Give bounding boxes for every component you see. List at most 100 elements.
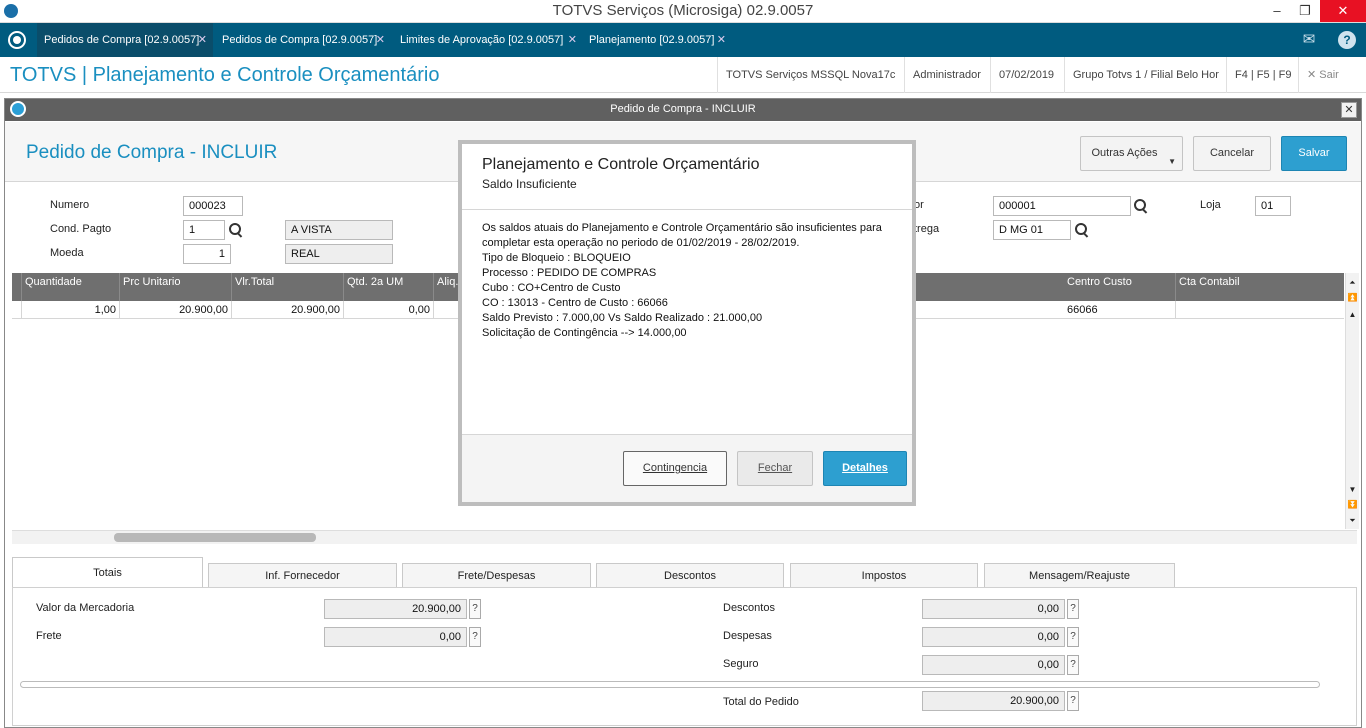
tab-inf-fornecedor[interactable]: Inf. Fornecedor	[208, 563, 397, 587]
minimize-button[interactable]: –	[1262, 0, 1292, 22]
col-header-centro-custo[interactable]: Centro Custo	[1064, 273, 1176, 301]
app-tab-bar: Pedidos de Compra [02.9.0057] ✕ Pedidos …	[0, 23, 1366, 57]
os-title-bar: TOTVS Serviços (Microsiga) 02.9.0057 – ❐…	[0, 0, 1366, 23]
tab-planejamento[interactable]: Planejamento [02.9.0057] ✕	[582, 23, 732, 57]
col-header-vlr-total[interactable]: Vlr.Total	[232, 273, 344, 301]
help-icon[interactable]: ?	[1338, 31, 1356, 49]
tab-label: Planejamento [02.9.0057]	[589, 34, 715, 46]
dialog-divider	[462, 209, 912, 210]
numero-field[interactable]: 000023	[183, 196, 243, 216]
help-button[interactable]: ?	[1067, 655, 1079, 675]
descontos-label: Descontos	[723, 602, 775, 614]
scroll-up-icon[interactable]: ▲	[1347, 309, 1358, 320]
help-button[interactable]: ?	[469, 627, 481, 647]
tab-label: Pedidos de Compra [02.9.0057]	[222, 34, 378, 46]
cell-prc-unitario[interactable]: 20.900,00	[120, 301, 232, 319]
help-button[interactable]: ?	[1067, 599, 1079, 619]
help-button[interactable]: ?	[1067, 627, 1079, 647]
cancel-button[interactable]: Cancelar	[1193, 136, 1271, 171]
tab-close-icon[interactable]: ✕	[198, 23, 207, 57]
shortcuts-label: F4 | F5 | F9	[1226, 57, 1299, 93]
user-label[interactable]: Administrador	[904, 57, 989, 93]
more-actions-button[interactable]: Outras Ações ▼	[1080, 136, 1183, 171]
help-button[interactable]: ?	[469, 599, 481, 619]
total-pedido-label: Total do Pedido	[723, 696, 799, 708]
cond-pagto-field[interactable]: 1	[183, 220, 225, 240]
message-line: completar esta operação no periodo de 01…	[482, 237, 800, 249]
seguro-field: 0,00	[922, 655, 1065, 675]
cell-cta-contabil[interactable]	[1176, 301, 1344, 319]
descontos-field: 0,00	[922, 599, 1065, 619]
cell-qtd-2a-um[interactable]: 0,00	[344, 301, 434, 319]
cell-quantidade[interactable]: 1,00	[22, 301, 120, 319]
save-button[interactable]: Salvar	[1281, 136, 1347, 171]
col-header-quantidade[interactable]: Quantidade	[22, 273, 120, 301]
inner-window-close-button[interactable]: ✕	[1341, 102, 1357, 118]
app-header: TOTVS | Planejamento e Controle Orçament…	[0, 57, 1366, 93]
totvs-logo-icon[interactable]	[8, 31, 26, 49]
moeda-field[interactable]: 1	[183, 244, 231, 264]
col-header-cta-contabil[interactable]: Cta Contabil	[1176, 273, 1344, 301]
row-marker	[12, 301, 22, 319]
seguro-label: Seguro	[723, 658, 759, 670]
page-title: TOTVS | Planejamento e Controle Orçament…	[10, 64, 440, 86]
tab-limites-aprovacao[interactable]: Limites de Aprovação [02.9.0057] ✕	[393, 23, 583, 57]
numero-label: Numero	[50, 199, 90, 211]
search-icon[interactable]	[229, 223, 243, 237]
frete-label: Frete	[36, 630, 62, 642]
col-header-qtd-2a-um[interactable]: Qtd. 2a UM	[344, 273, 434, 301]
tab-descontos[interactable]: Descontos	[596, 563, 784, 587]
tab-totais[interactable]: Totais	[12, 557, 203, 587]
search-icon[interactable]	[1075, 223, 1089, 237]
date-label: 07/02/2019	[990, 57, 1062, 93]
local-entrega-label: trega	[914, 223, 940, 235]
help-button[interactable]: ?	[1067, 691, 1079, 711]
tab-pedidos-compra-2[interactable]: Pedidos de Compra [02.9.0057] ✕	[215, 23, 391, 57]
exit-label: Sair	[1319, 69, 1339, 81]
scroll-page-up-icon[interactable]: ⏫	[1347, 292, 1358, 303]
window-close-button[interactable]: ✕	[1320, 0, 1366, 22]
tab-pedidos-compra-1[interactable]: Pedidos de Compra [02.9.0057] ✕	[37, 23, 213, 57]
tab-close-icon[interactable]: ✕	[376, 23, 385, 57]
frete-field: 0,00	[324, 627, 467, 647]
cell-centro-custo[interactable]: 66066	[1064, 301, 1176, 319]
detalhes-button[interactable]: Detalhes	[823, 451, 907, 486]
tab-mensagem-reajuste[interactable]: Mensagem/Reajuste	[984, 563, 1175, 587]
despesas-label: Despesas	[723, 630, 772, 642]
message-line: Saldo Previsto : 7.000,00 Vs Saldo Reali…	[482, 312, 763, 324]
tab-frete-despesas[interactable]: Frete/Despesas	[402, 563, 591, 587]
totais-panel	[12, 587, 1357, 726]
loja-field[interactable]: 01	[1255, 196, 1291, 216]
maximize-button[interactable]: ❐	[1290, 0, 1320, 22]
tab-label: Limites de Aprovação [02.9.0057]	[400, 34, 564, 46]
valor-mercadoria-field: 20.900,00	[324, 599, 467, 619]
moeda-description: REAL	[285, 244, 393, 264]
form-title: Pedido de Compra - INCLUIR	[26, 142, 278, 163]
message-line: Cubo : CO+Centro de Custo	[482, 282, 621, 294]
message-line: Solicitação de Contingência --> 14.000,0…	[482, 327, 687, 339]
tab-impostos[interactable]: Impostos	[790, 563, 978, 587]
scroll-top-icon[interactable]: ⏶	[1347, 277, 1358, 288]
total-pedido-field: 20.900,00	[922, 691, 1065, 711]
scroll-down-icon[interactable]: ▼	[1347, 484, 1358, 495]
tab-close-icon[interactable]: ✕	[717, 23, 726, 57]
search-icon[interactable]	[1134, 199, 1148, 213]
branch-label[interactable]: Grupo Totvs 1 / Filial Belo Hor	[1064, 57, 1227, 93]
fornecedor-field[interactable]: 000001	[993, 196, 1131, 216]
window-title: TOTVS Serviços (Microsiga) 02.9.0057	[552, 2, 814, 19]
message-line: Tipo de Bloqueio : BLOQUEIO	[482, 252, 631, 264]
contingencia-button[interactable]: Contingencia	[623, 451, 727, 486]
valor-mercadoria-label: Valor da Mercadoria	[36, 602, 135, 614]
dropdown-arrow-icon: ▼	[1168, 157, 1176, 166]
tab-close-icon[interactable]: ✕	[568, 23, 577, 57]
scroll-bottom-icon[interactable]: ⏷	[1347, 515, 1358, 526]
local-entrega-field[interactable]: D MG 01	[993, 220, 1071, 240]
cell-vlr-total[interactable]: 20.900,00	[232, 301, 344, 319]
mail-icon[interactable]: ✉	[1300, 31, 1318, 49]
exit-button[interactable]: ✕ Sair	[1298, 57, 1347, 93]
scroll-page-down-icon[interactable]: ⏬	[1347, 499, 1358, 510]
horizontal-scroll-thumb[interactable]	[114, 533, 316, 542]
col-header-prc-unitario[interactable]: Prc Unitario	[120, 273, 232, 301]
cond-pagto-label: Cond. Pagto	[50, 223, 112, 235]
fechar-button[interactable]: Fechar	[737, 451, 813, 486]
